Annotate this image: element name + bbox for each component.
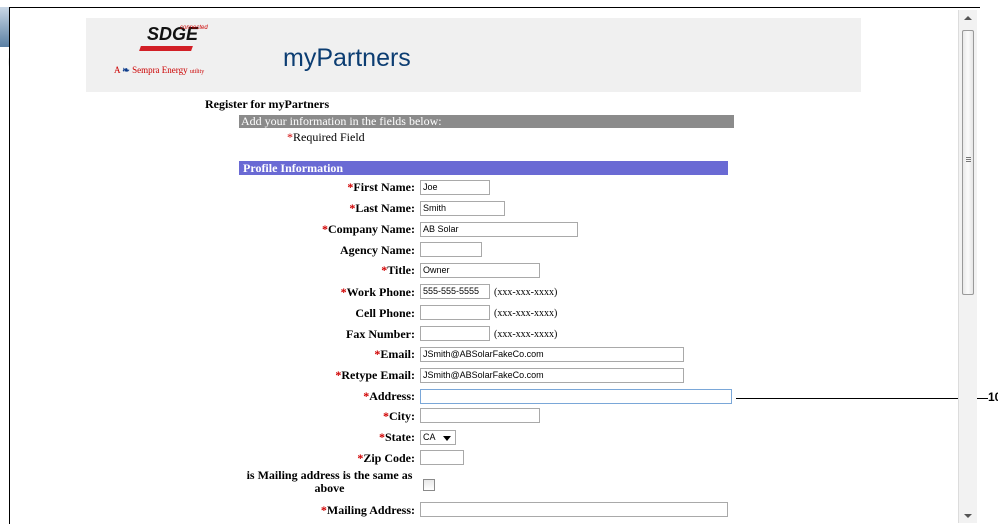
label-text: Last Name:: [355, 201, 415, 215]
mailing-same-label: is Mailing address is the same as above: [246, 468, 413, 495]
zip-code-label: *Zip Code:: [357, 451, 415, 466]
sempra-mark-icon: ❧: [122, 65, 130, 75]
callout-number: 10: [988, 390, 998, 404]
fax-number-hint: (xxx-xxx-xxxx): [494, 329, 558, 340]
zip-code-input[interactable]: [420, 450, 464, 465]
address-label: *Address:: [363, 389, 415, 404]
vertical-scrollbar[interactable]: [958, 10, 977, 523]
label-text: Address:: [369, 389, 415, 403]
agency-name-label: Agency Name:: [340, 243, 415, 257]
company-name-input[interactable]: AB Solar: [420, 222, 578, 237]
company-name-label: *Company Name:: [322, 222, 415, 237]
retype-email-label: *Retype Email:: [335, 368, 415, 383]
address-input[interactable]: [420, 389, 732, 404]
retype-email-input[interactable]: JSmith@ABSolarFakeCo.com: [420, 368, 684, 383]
label-text: Zip Code:: [363, 451, 415, 465]
logo-swoosh: [139, 46, 193, 51]
state-label: *State:: [379, 430, 415, 445]
mailing-address-input[interactable]: [420, 502, 728, 517]
state-select[interactable]: CA: [420, 430, 456, 445]
cell-phone-label: Cell Phone:: [355, 306, 415, 320]
logo-tagline: connected: [180, 25, 208, 31]
label-text: State:: [385, 430, 415, 444]
grip-icon: [966, 157, 971, 158]
callout-line: [736, 398, 988, 399]
state-selected-value: CA: [423, 432, 436, 442]
label-text: Mailing Address:: [326, 503, 415, 517]
agency-name-input[interactable]: [420, 242, 482, 257]
scrollbar-thumb[interactable]: [962, 30, 974, 295]
instructions-bar: Add your information in the fields below…: [239, 115, 734, 128]
label-text: Email:: [380, 347, 415, 361]
sempra-name: Sempra Energy: [132, 65, 188, 75]
chevron-down-icon: [443, 436, 451, 441]
email-label: *Email:: [374, 347, 415, 362]
label-text: First Name:: [353, 180, 415, 194]
label-text: Title:: [387, 263, 415, 277]
title-input[interactable]: Owner: [420, 263, 540, 278]
sempra-logo: A ❧ Sempra Energy utility: [114, 65, 204, 76]
mailing-same-checkbox[interactable]: [423, 479, 435, 491]
required-note-text: Required Field: [293, 130, 365, 144]
chevron-down-icon[interactable]: [964, 514, 972, 518]
first-name-input[interactable]: Joe: [420, 180, 490, 195]
first-name-label: *First Name:: [347, 180, 415, 195]
work-phone-label: *Work Phone:: [341, 285, 415, 300]
app-title: myPartners: [283, 44, 411, 72]
label-text: Work Phone:: [346, 285, 415, 299]
section-title: Profile Information: [239, 161, 728, 175]
required-note: *Required Field: [287, 130, 365, 145]
email-input[interactable]: JSmith@ABSolarFakeCo.com: [420, 347, 684, 362]
site-header: SDGE connected A ❧ Sempra Energy utility…: [86, 18, 861, 92]
page-title: Register for myPartners: [205, 97, 330, 111]
chevron-up-icon[interactable]: [964, 16, 972, 20]
work-phone-hint: (xxx-xxx-xxxx): [494, 287, 558, 298]
city-label: *City:: [383, 409, 415, 424]
last-name-input[interactable]: Smith: [420, 201, 505, 216]
city-input[interactable]: [420, 408, 540, 423]
title-label: *Title:: [381, 263, 415, 278]
mailing-address-label: *Mailing Address:: [321, 503, 415, 518]
sempra-tail: utility: [189, 69, 205, 75]
cell-phone-input[interactable]: [420, 305, 490, 320]
last-name-label: *Last Name:: [349, 201, 415, 216]
label-text: Company Name:: [328, 222, 415, 236]
fax-number-label: Fax Number:: [346, 327, 415, 341]
cell-phone-hint: (xxx-xxx-xxxx): [494, 308, 558, 319]
label-text: Retype Email:: [341, 368, 415, 382]
sempra-prefix: A: [114, 65, 121, 75]
work-phone-input[interactable]: 555-555-5555: [420, 284, 490, 299]
label-text: City:: [389, 409, 415, 423]
fax-number-input[interactable]: [420, 326, 490, 341]
